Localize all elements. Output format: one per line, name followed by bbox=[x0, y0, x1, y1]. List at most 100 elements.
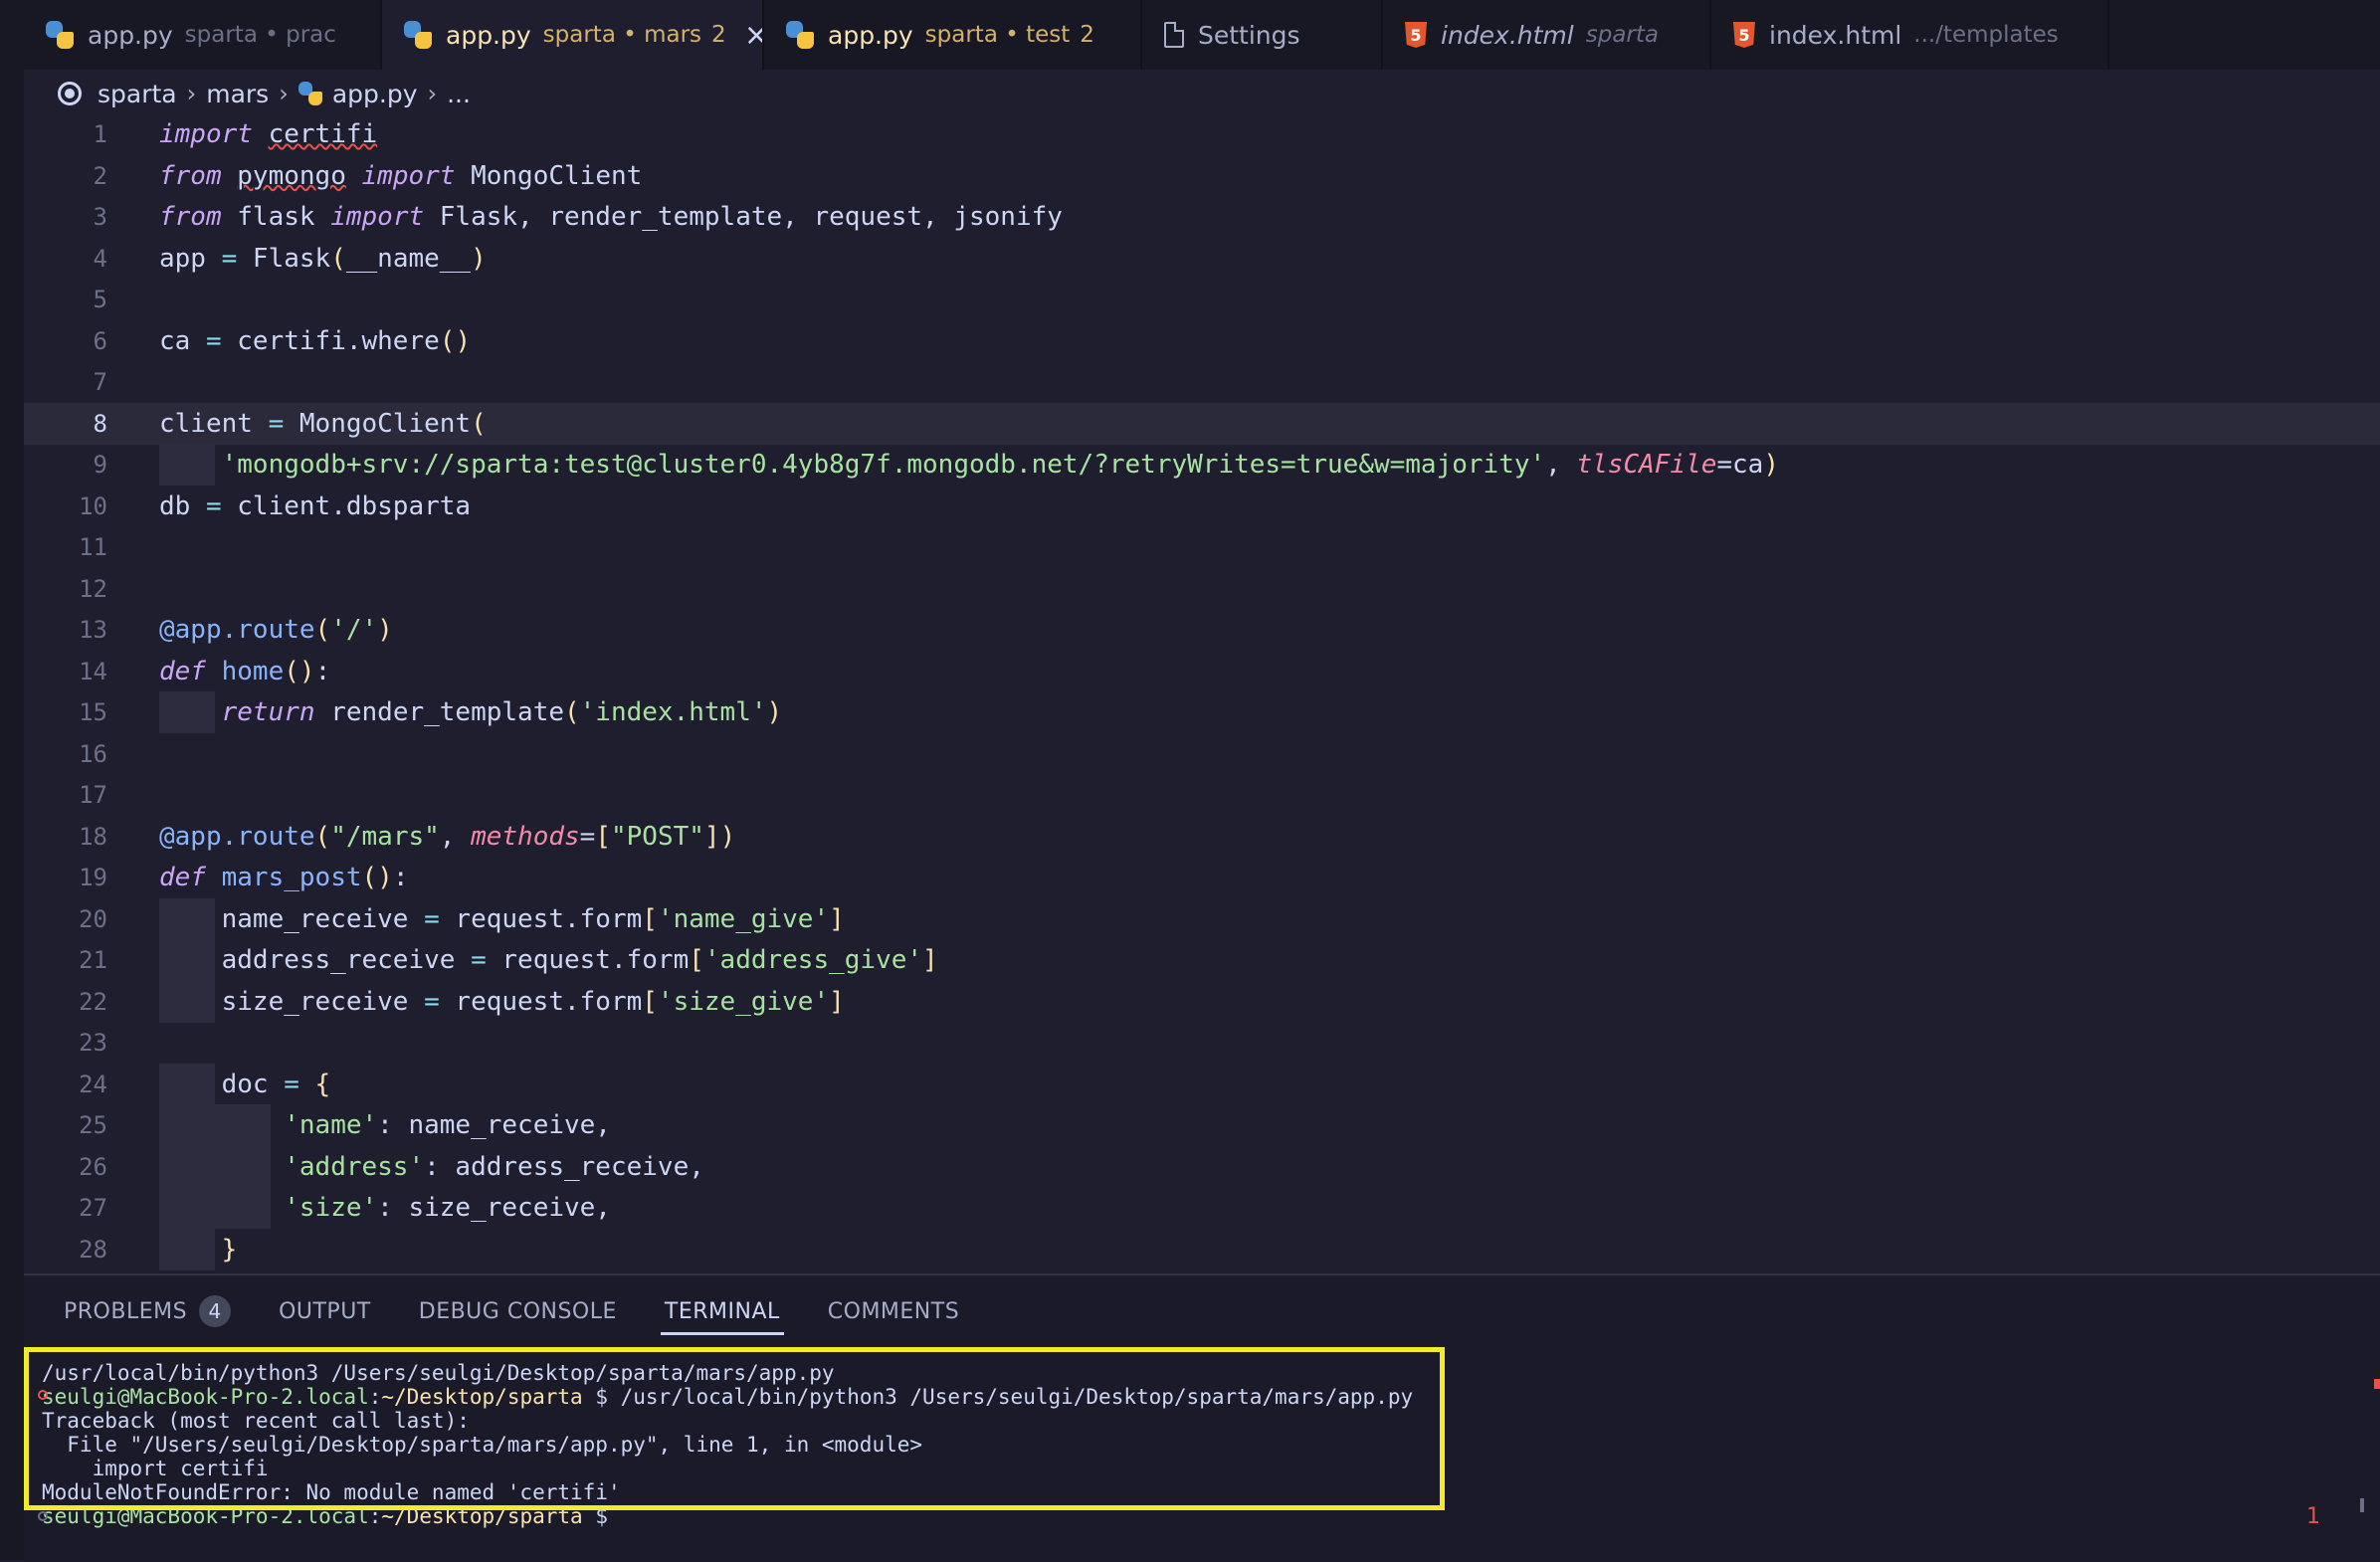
line-number[interactable]: 24 bbox=[24, 1064, 107, 1105]
line-number[interactable]: 20 bbox=[24, 898, 107, 940]
line-number[interactable]: 21 bbox=[24, 939, 107, 981]
code-line[interactable]: 2 from pymongo import MongoClient bbox=[24, 155, 2380, 197]
line-number[interactable]: 28 bbox=[24, 1229, 107, 1270]
problems-count-badge: 4 bbox=[199, 1295, 232, 1327]
line-number[interactable]: 14 bbox=[24, 651, 107, 692]
tab-description: sparta bbox=[1585, 22, 1659, 48]
resize-handle[interactable] bbox=[2360, 1498, 2364, 1512]
code-line[interactable]: 4 app = Flask(__name__) bbox=[24, 238, 2380, 280]
line-number[interactable]: 27 bbox=[24, 1187, 107, 1229]
line-number[interactable]: 4 bbox=[24, 238, 107, 280]
code-line[interactable]: 22 size_receive = request.form['size_giv… bbox=[24, 980, 2380, 1023]
error-decoration-icon bbox=[38, 1390, 48, 1400]
code-line[interactable]: 1 import certifi bbox=[24, 113, 2380, 155]
tab-description: sparta • test bbox=[924, 22, 1071, 48]
tab-terminal[interactable]: TERMINAL bbox=[660, 1275, 784, 1347]
breadcrumb: sparta › mars › app.py › ... bbox=[58, 74, 471, 113]
line-number[interactable]: 13 bbox=[24, 609, 107, 651]
chevron-right-icon: › bbox=[427, 80, 438, 107]
line-number[interactable]: 3 bbox=[24, 196, 107, 238]
code-line[interactable]: 5 bbox=[24, 279, 2380, 320]
tab-index-html-templates[interactable]: 5 index.html .../templates bbox=[1711, 0, 2109, 70]
close-icon[interactable]: × bbox=[744, 18, 762, 53]
tab-output[interactable]: OUTPUT bbox=[279, 1275, 371, 1347]
line-number[interactable]: 7 bbox=[24, 361, 107, 403]
code-line[interactable]: 17 bbox=[24, 774, 2380, 816]
code-text: app = Flask(__name__) bbox=[159, 243, 487, 274]
code-line[interactable]: 11 bbox=[24, 526, 2380, 568]
line-number[interactable]: 1 bbox=[24, 113, 107, 155]
line-number[interactable]: 12 bbox=[24, 568, 107, 610]
code-line[interactable]: 28 } bbox=[24, 1228, 2380, 1270]
tab-app-py-prac[interactable]: app.py sparta • prac bbox=[24, 0, 382, 70]
code-text: name_receive = request.form['name_give'] bbox=[159, 903, 845, 934]
tab-description: sparta • mars bbox=[542, 22, 702, 48]
code-text: address_receive = request.form['address_… bbox=[159, 945, 938, 975]
code-line[interactable]: 7 bbox=[24, 361, 2380, 403]
tab-comments[interactable]: COMMENTS bbox=[828, 1275, 959, 1347]
line-number[interactable]: 17 bbox=[24, 774, 107, 816]
code-line[interactable]: 20 name_receive = request.form['name_giv… bbox=[24, 897, 2380, 940]
code-line[interactable]: 13 @app.route('/') bbox=[24, 609, 2380, 651]
code-line[interactable]: 6 ca = certifi.where() bbox=[24, 320, 2380, 362]
code-line[interactable]: 10 db = client.dbsparta bbox=[24, 486, 2380, 527]
tab-label: OUTPUT bbox=[279, 1298, 371, 1324]
code-line[interactable]: 21 address_receive = request.form['addre… bbox=[24, 939, 2380, 981]
tab-label: COMMENTS bbox=[827, 1298, 960, 1324]
line-number[interactable]: 8 bbox=[24, 403, 107, 445]
code-line[interactable]: 15 return render_template('index.html') bbox=[24, 691, 2380, 733]
code-line[interactable]: 23 bbox=[24, 1022, 2380, 1064]
line-number[interactable]: 22 bbox=[24, 981, 107, 1023]
tab-problems[interactable]: PROBLEMS 4 bbox=[64, 1275, 232, 1347]
tab-app-py-mars[interactable]: app.py sparta • mars 2 × bbox=[382, 0, 764, 70]
code-editor[interactable]: 1 import certifi 2 from pymongo import Mong… bbox=[24, 113, 2380, 1273]
html5-icon: 5 bbox=[1405, 22, 1427, 48]
tab-label: app.py bbox=[88, 20, 173, 50]
code-line[interactable]: 26 'address': address_receive, bbox=[24, 1145, 2380, 1188]
line-number[interactable]: 6 bbox=[24, 320, 107, 362]
code-text: doc = { bbox=[159, 1069, 331, 1099]
breadcrumb-more[interactable]: ... bbox=[447, 80, 471, 108]
tab-settings[interactable]: Settings bbox=[1142, 0, 1383, 70]
python-icon bbox=[298, 82, 322, 105]
code-line[interactable]: 18 @app.route("/mars", methods=["POST"]) bbox=[24, 816, 2380, 858]
activity-strip bbox=[0, 0, 24, 1560]
breadcrumb-file[interactable]: app.py bbox=[332, 80, 418, 108]
file-icon bbox=[1164, 22, 1184, 48]
tab-label: app.py bbox=[828, 20, 913, 50]
line-number[interactable]: 16 bbox=[24, 733, 107, 775]
line-number[interactable]: 26 bbox=[24, 1146, 107, 1188]
code-line[interactable]: 9 'mongodb+srv://sparta:test@cluster0.4y… bbox=[24, 444, 2380, 486]
code-line[interactable]: 16 bbox=[24, 733, 2380, 775]
scrollbar-error-marker bbox=[2374, 1379, 2380, 1389]
line-number[interactable]: 11 bbox=[24, 526, 107, 568]
line-number[interactable]: 19 bbox=[24, 857, 107, 898]
code-line[interactable]: 19 def mars_post(): bbox=[24, 857, 2380, 898]
line-number[interactable]: 9 bbox=[24, 444, 107, 486]
line-number[interactable]: 25 bbox=[24, 1104, 107, 1146]
code-line[interactable]: 25 'name': name_receive, bbox=[24, 1104, 2380, 1146]
line-number[interactable]: 18 bbox=[24, 816, 107, 858]
code-text: } bbox=[221, 1234, 238, 1265]
code-line[interactable]: 27 'size': size_receive, bbox=[24, 1187, 2380, 1229]
breadcrumb-root[interactable]: sparta bbox=[98, 80, 177, 108]
breadcrumb-folder[interactable]: mars bbox=[206, 80, 269, 108]
code-text: 'address': address_receive, bbox=[284, 1151, 704, 1182]
line-number[interactable]: 2 bbox=[24, 155, 107, 197]
code-text: from flask import Flask, render_template… bbox=[159, 202, 1063, 232]
code-line[interactable]: 8 client = MongoClient( bbox=[24, 402, 2380, 445]
line-number[interactable]: 23 bbox=[24, 1022, 107, 1064]
code-line[interactable]: 3 from flask import Flask, render_templat… bbox=[24, 196, 2380, 238]
tab-debug-console[interactable]: DEBUG CONSOLE bbox=[419, 1275, 617, 1347]
line-number[interactable]: 15 bbox=[24, 691, 107, 733]
tab-index-html-sparta[interactable]: 5 index.html sparta bbox=[1383, 0, 1711, 70]
code-line[interactable]: 24 doc = { bbox=[24, 1063, 2380, 1105]
code-text: 'mongodb+srv://sparta:test@cluster0.4yb8… bbox=[221, 450, 1779, 480]
line-number[interactable]: 5 bbox=[24, 279, 107, 320]
tab-app-py-test[interactable]: app.py sparta • test 2 bbox=[764, 0, 1142, 70]
code-line[interactable]: 12 bbox=[24, 568, 2380, 610]
tab-label: index.html bbox=[1769, 20, 1902, 50]
tab-label: index.html bbox=[1441, 20, 1574, 50]
line-number[interactable]: 10 bbox=[24, 486, 107, 527]
code-line[interactable]: 14 def home(): bbox=[24, 651, 2380, 692]
